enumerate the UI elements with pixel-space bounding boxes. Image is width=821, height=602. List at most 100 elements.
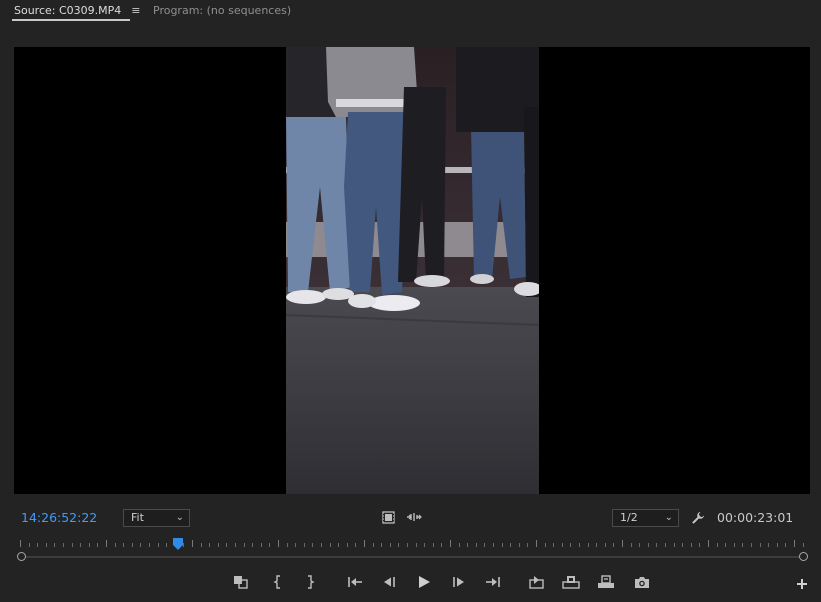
ruler-tick [398,543,399,547]
ruler-tick [760,543,761,547]
overwrite-icon[interactable] [561,572,581,592]
ruler-tick [691,543,692,547]
zoom-level-dropdown[interactable]: Fit ⌄ [123,509,190,527]
video-frame [286,47,539,494]
ruler-tick [261,543,262,547]
playhead-marker[interactable] [173,538,183,550]
ruler-tick [476,543,477,547]
tab-program-label: Program: (no sequences) [153,4,292,17]
ruler-tick [218,543,219,547]
ruler-tick [89,543,90,547]
drag-video-icon[interactable] [381,510,395,524]
ruler-tick [631,543,632,547]
ruler-tick [424,543,425,547]
ruler-tick [803,543,804,547]
zoom-handle-right[interactable] [799,552,808,561]
mark-in-icon[interactable] [268,572,288,592]
ruler-tick [510,543,511,547]
chevron-down-icon: ⌄ [664,512,673,523]
ruler-tick [54,543,55,547]
export-frame-icon[interactable] [231,572,251,592]
ruler-tick [183,543,184,547]
ruler-tick [459,543,460,547]
ruler-tick [295,543,296,547]
ruler-tick [717,543,718,547]
go-to-out-icon[interactable] [483,572,503,592]
camera-icon[interactable] [632,572,652,592]
step-back-icon[interactable] [379,572,399,592]
ruler-tick [553,543,554,547]
ruler-tick [364,540,365,547]
ruler-tick [381,543,382,547]
ruler-tick [519,543,520,547]
plus-icon[interactable] [792,574,812,594]
current-timecode[interactable]: 14:26:52:22 [21,510,97,525]
ruler-tick [699,543,700,547]
tab-source-label: Source: C0309.MP4 [14,4,122,17]
playback-resolution-value: 1/2 [620,511,638,524]
ruler-tick [338,543,339,547]
ruler-tick [605,543,606,547]
ruler-tick [639,543,640,547]
ruler-tick [29,543,30,547]
ruler-tick [46,543,47,547]
mark-out-icon[interactable] [300,572,320,592]
ruler-tick [321,543,322,547]
ruler-tick [484,543,485,547]
tab-source[interactable]: Source: C0309.MP4 ≡ [14,4,141,20]
wrench-icon[interactable] [690,510,705,525]
ruler-tick [467,543,468,547]
ruler-tick [278,540,279,547]
ruler-tick [312,543,313,547]
ruler-tick [140,543,141,547]
ruler-tick [123,543,124,547]
ruler-tick [330,543,331,547]
ruler-tick [37,543,38,547]
playback-resolution-dropdown[interactable]: 1/2 ⌄ [612,509,679,527]
tab-program[interactable]: Program: (no sequences) [153,4,291,20]
zoom-level-value: Fit [131,511,144,524]
ruler-tick [373,543,374,547]
ruler-tick [493,543,494,547]
ruler-tick [562,543,563,547]
ruler-tick [347,543,348,547]
insert-icon[interactable] [527,572,547,592]
ruler-tick [648,543,649,547]
ruler-tick [674,543,675,547]
time-ruler[interactable] [20,540,805,550]
ruler-tick [579,543,580,547]
ruler-tick [502,543,503,547]
export-frame-2-icon[interactable] [596,572,616,592]
ruler-tick [570,543,571,547]
source-monitor-viewer[interactable] [14,47,810,494]
ruler-tick [622,540,623,547]
ruler-tick [287,543,288,547]
ruler-tick [596,543,597,547]
ruler-tick [304,543,305,547]
ruler-tick [132,543,133,547]
go-to-in-icon[interactable] [345,572,365,592]
ruler-tick [106,540,107,547]
zoom-scroll-bar[interactable] [17,552,808,562]
ruler-tick [613,543,614,547]
ruler-tick [656,543,657,547]
ruler-tick [794,540,795,547]
ruler-tick [269,543,270,547]
panel-tab-bar: Source: C0309.MP4 ≡ Program: (no sequence… [0,0,821,24]
step-forward-icon[interactable] [449,572,469,592]
ruler-tick [226,543,227,547]
ruler-tick [390,543,391,547]
ruler-tick [785,543,786,547]
play-icon[interactable] [414,572,434,592]
duration-timecode: 00:00:23:01 [717,510,794,525]
zoom-handle-left[interactable] [17,552,26,561]
panel-menu-icon[interactable]: ≡ [131,4,140,17]
ruler-tick [158,543,159,547]
active-tab-underline [12,19,130,21]
ruler-tick [588,543,589,547]
drag-audio-icon[interactable] [406,511,422,523]
ruler-tick [166,543,167,547]
chevron-down-icon: ⌄ [175,512,184,523]
ruler-tick [527,543,528,547]
ruler-tick [777,543,778,547]
